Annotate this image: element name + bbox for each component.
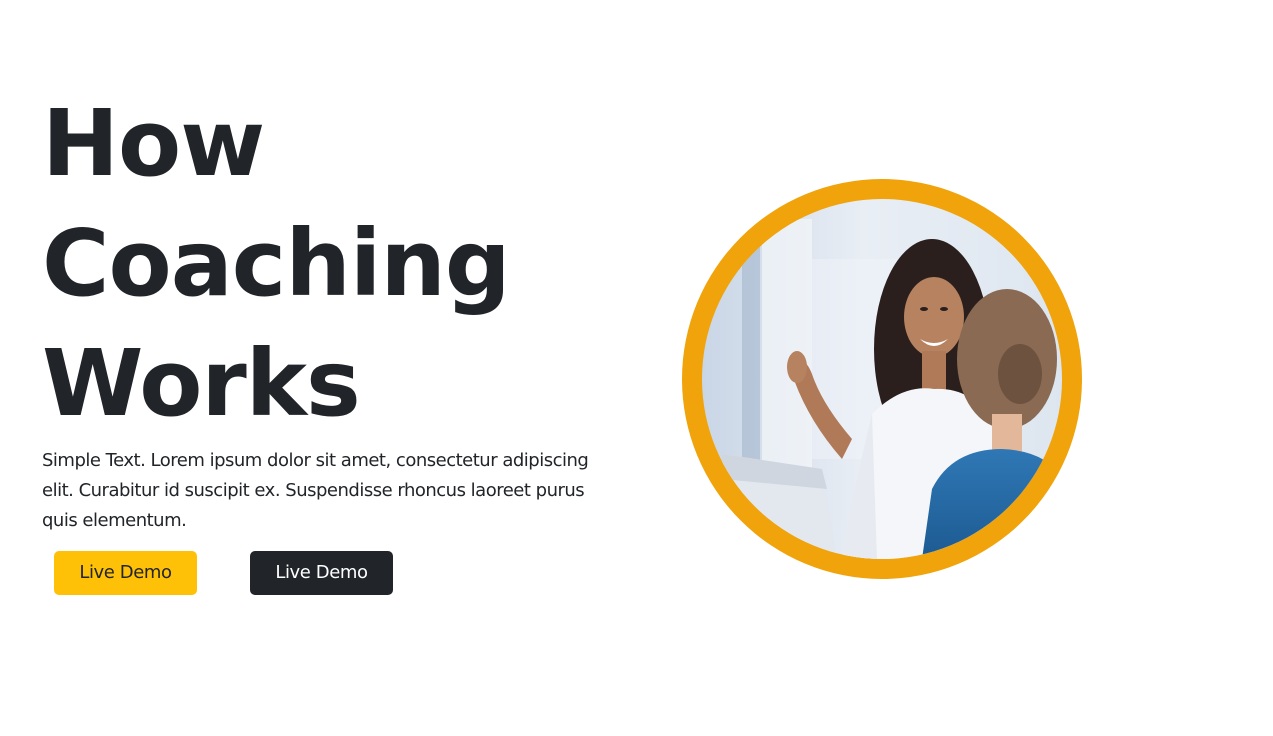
live-demo-button-primary[interactable]: Live Demo bbox=[54, 551, 197, 595]
title-line-1: How bbox=[42, 90, 265, 197]
title-line-2: Coaching bbox=[42, 210, 511, 317]
hero-description: Simple Text. Lorem ipsum dolor sit amet,… bbox=[42, 450, 589, 531]
coaching-photo-illustration bbox=[702, 199, 1062, 559]
title-line-3: Works bbox=[42, 330, 361, 437]
coaching-photo bbox=[702, 199, 1062, 559]
hero-section: How Coaching Works Simple Text. Lorem ip… bbox=[0, 0, 1273, 736]
page-title: How Coaching Works bbox=[42, 84, 511, 444]
live-demo-button-secondary[interactable]: Live Demo bbox=[250, 551, 393, 595]
